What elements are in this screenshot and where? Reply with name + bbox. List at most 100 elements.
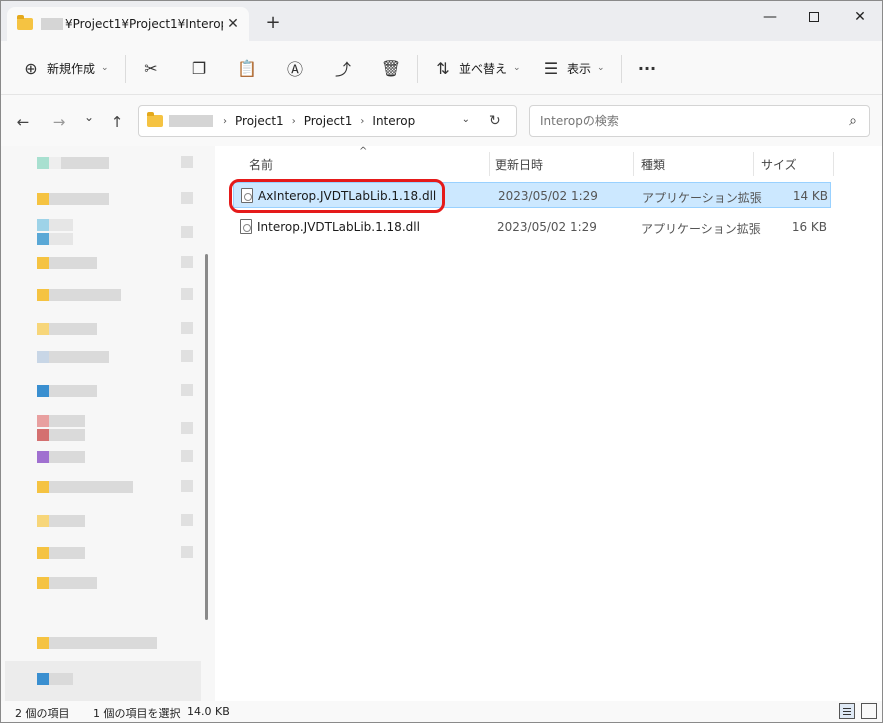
view-lines-icon: ☰ [543,58,559,78]
nav-item[interactable] [37,576,97,590]
nav-item[interactable] [37,672,73,686]
breadcrumb-project1-sub[interactable]: Project1 [304,114,353,128]
copy-button[interactable]: ❐ [187,55,211,81]
chevron-down-icon: ⌄ [101,63,109,73]
nav-item-icon [37,429,49,441]
nav-item[interactable] [37,414,85,428]
search-input[interactable] [540,114,830,128]
recent-locations-button[interactable]: ⌄ [77,110,101,124]
sort-button[interactable]: ⇅ 並べ替え ⌄ [431,55,521,81]
search-box[interactable]: ⌕ [529,105,870,137]
address-bar[interactable]: › Project1 › Project1 › Interop ⌄ [138,105,517,137]
breadcrumb-project1[interactable]: Project1 [235,114,284,128]
refresh-button[interactable]: ↻ [489,113,501,129]
maximize-button[interactable] [791,5,837,29]
share-icon: ⤴ [334,60,351,79]
tiles-view-button[interactable] [861,703,877,719]
cut-button[interactable]: ✂ [139,55,163,81]
column-divider[interactable] [489,152,490,176]
column-header-date[interactable]: 更新日時 [495,156,543,173]
dll-file-icon [240,219,252,234]
column-header-name[interactable]: 名前 [249,156,273,173]
nav-item-icon [37,219,49,231]
pin-icon [181,288,193,300]
navigation-bar: ← → ⌄ ↑ › Project1 › Project1 › Interop … [1,96,882,146]
address-history-chevron-icon[interactable]: ⌄ [462,114,470,125]
sort-ascending-icon: ^ [359,146,368,157]
status-item-count: 2 個の項目 [15,707,70,720]
column-divider[interactable] [633,152,634,176]
nav-item[interactable] [37,232,73,246]
tab-title: ¥Project1¥Project1¥Interop [65,17,223,31]
paste-button[interactable]: 📋 [235,55,259,81]
nav-item[interactable] [37,546,85,560]
nav-item[interactable] [37,428,85,442]
back-button[interactable]: ← [11,113,35,131]
close-tab-icon[interactable]: ✕ [223,16,243,32]
delete-button[interactable]: 🗑 [379,55,403,81]
nav-item[interactable] [37,384,97,398]
pin-icon [181,192,193,204]
folder-icon [37,637,49,649]
nav-item[interactable] [37,480,133,494]
nav-item-icon [37,351,49,363]
title-bar: ¥Project1¥Project1¥Interop ✕ + — ✕ [1,1,882,41]
nav-item-blurred[interactable] [5,661,201,701]
nav-item[interactable] [37,322,97,336]
folder-icon [37,577,49,589]
more-icon: ··· [637,58,657,78]
chevron-down-icon: ⌄ [513,63,521,73]
nav-item[interactable] [37,636,157,650]
tab-current-folder[interactable]: ¥Project1¥Project1¥Interop ✕ [7,7,249,41]
folder-icon [37,515,49,527]
breadcrumb-separator: › [223,115,227,127]
forward-button[interactable]: → [47,113,71,131]
scissors-icon: ✂ [144,58,158,78]
navigation-pane [1,146,215,701]
nav-item[interactable] [37,350,109,364]
nav-item[interactable] [37,218,73,232]
details-view-button[interactable] [839,703,855,719]
toolbar-divider [417,55,418,83]
close-window-button[interactable]: ✕ [837,5,882,29]
command-bar: ⊕ 新規作成 ⌄ ✂ ❐ 📋 Ⓐ ⤴ 🗑 ⇅ 並べ替え ⌄ ☰ 表示 ⌄ ··· [1,41,882,95]
pin-icon [181,480,193,492]
minimize-button[interactable]: — [747,5,793,29]
search-icon[interactable]: ⌕ [849,113,857,129]
folder-icon [17,15,33,30]
nav-item[interactable] [37,256,97,270]
annotation-highlight-ring [229,179,445,213]
column-header-size[interactable]: サイズ [761,156,797,173]
column-divider[interactable] [833,152,834,176]
sidebar-scrollbar[interactable] [205,254,208,620]
toolbar-divider [621,55,622,83]
nav-item[interactable] [37,450,85,464]
up-button[interactable]: ↑ [105,113,129,131]
view-button[interactable]: ☰ 表示 ⌄ [539,55,605,81]
sort-arrows-icon: ⇅ [436,58,450,78]
new-button[interactable]: ⊕ 新規作成 ⌄ [19,55,109,81]
rename-icon: Ⓐ [286,60,303,79]
file-explorer-window: ¥Project1¥Project1¥Interop ✕ + — ✕ ⊕ 新規作… [0,0,883,723]
rename-button[interactable]: Ⓐ [283,55,307,81]
nav-item[interactable] [37,288,121,302]
new-tab-button[interactable]: + [263,12,283,33]
nav-item-icon [37,673,49,685]
breadcrumb-separator: › [360,115,365,127]
nav-item[interactable] [37,192,109,206]
file-row[interactable]: Interop.JVDTLabLib.1.18.dll 2023/05/02 1… [233,214,831,240]
share-button[interactable]: ⤴ [331,55,355,81]
file-type: アプリケーション拡張 [641,222,761,236]
redacted-path [169,115,213,127]
breadcrumb-interop[interactable]: Interop [372,114,415,128]
pin-icon [181,156,193,168]
nav-item[interactable] [37,514,85,528]
file-name: Interop.JVDTLabLib.1.18.dll [257,220,420,234]
pin-icon [181,514,193,526]
column-header-type[interactable]: 種類 [641,156,665,173]
pin-icon [181,546,193,558]
more-options-button[interactable]: ··· [635,55,659,81]
nav-item[interactable] [37,156,109,170]
column-divider[interactable] [753,152,754,176]
pin-icon [181,226,193,238]
